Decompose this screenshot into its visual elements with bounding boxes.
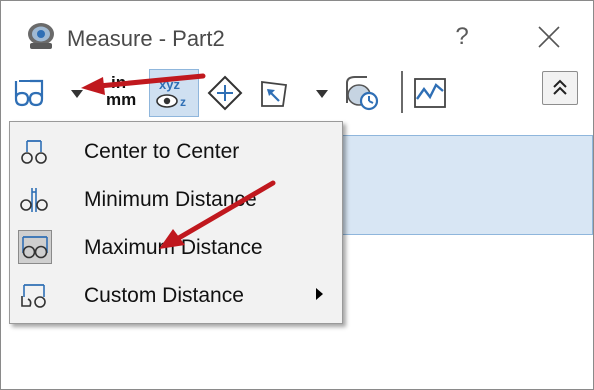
custom-distance-icon bbox=[21, 284, 46, 308]
measure-window: Measure - Part2 ? in mm xyz z Center to … bbox=[0, 0, 594, 390]
minimum-distance-icon bbox=[20, 188, 48, 212]
maximum-distance-icon bbox=[18, 230, 52, 264]
center-to-center-icon bbox=[21, 140, 47, 164]
svg-text:z: z bbox=[180, 95, 186, 109]
measure-app-icon bbox=[28, 23, 54, 49]
history-icon[interactable] bbox=[341, 73, 381, 113]
dropdown-arrow-icon[interactable] bbox=[69, 89, 85, 99]
menu-item-center-to-center[interactable]: Center to Center bbox=[10, 128, 342, 174]
units-precision-icon[interactable]: in mm bbox=[105, 73, 139, 113]
collapse-button[interactable] bbox=[542, 71, 578, 105]
menu-item-label: Minimum Distance bbox=[84, 188, 257, 211]
toolbar-separator bbox=[401, 71, 403, 113]
submenu-arrow-icon bbox=[316, 288, 323, 300]
menu-item-label: Custom Distance bbox=[84, 284, 244, 307]
svg-text:xyz: xyz bbox=[159, 77, 180, 92]
point-to-point-icon[interactable] bbox=[207, 75, 243, 111]
menu-item-label: Center to Center bbox=[84, 140, 240, 163]
menu-item-maximum-distance[interactable]: Maximum Distance bbox=[10, 224, 342, 270]
menu-item-label: Maximum Distance bbox=[84, 236, 263, 259]
selection-list[interactable] bbox=[337, 135, 593, 235]
collapse-chevron-icon bbox=[553, 79, 567, 95]
show-xyz-icon[interactable]: xyz z bbox=[149, 69, 199, 117]
projection-dropdown-icon[interactable] bbox=[315, 89, 329, 99]
window-title: Measure - Part2 bbox=[67, 26, 225, 51]
sensor-graph-icon[interactable] bbox=[413, 77, 447, 109]
arc-condition-menu: Center to Center Minimum Distance Maximu… bbox=[9, 121, 343, 324]
close-icon[interactable] bbox=[531, 19, 567, 55]
title-bar: Measure - Part2 ? bbox=[1, 1, 593, 63]
menu-item-minimum-distance[interactable]: Minimum Distance bbox=[10, 176, 342, 222]
projection-icon[interactable] bbox=[259, 79, 289, 109]
measure-toolbar: in mm xyz z bbox=[1, 63, 593, 121]
units-bottom-label: mm bbox=[106, 90, 137, 109]
menu-item-custom-distance[interactable]: Custom Distance bbox=[10, 272, 342, 318]
arc-condition-icon[interactable] bbox=[13, 77, 45, 107]
help-button[interactable]: ? bbox=[447, 21, 477, 53]
